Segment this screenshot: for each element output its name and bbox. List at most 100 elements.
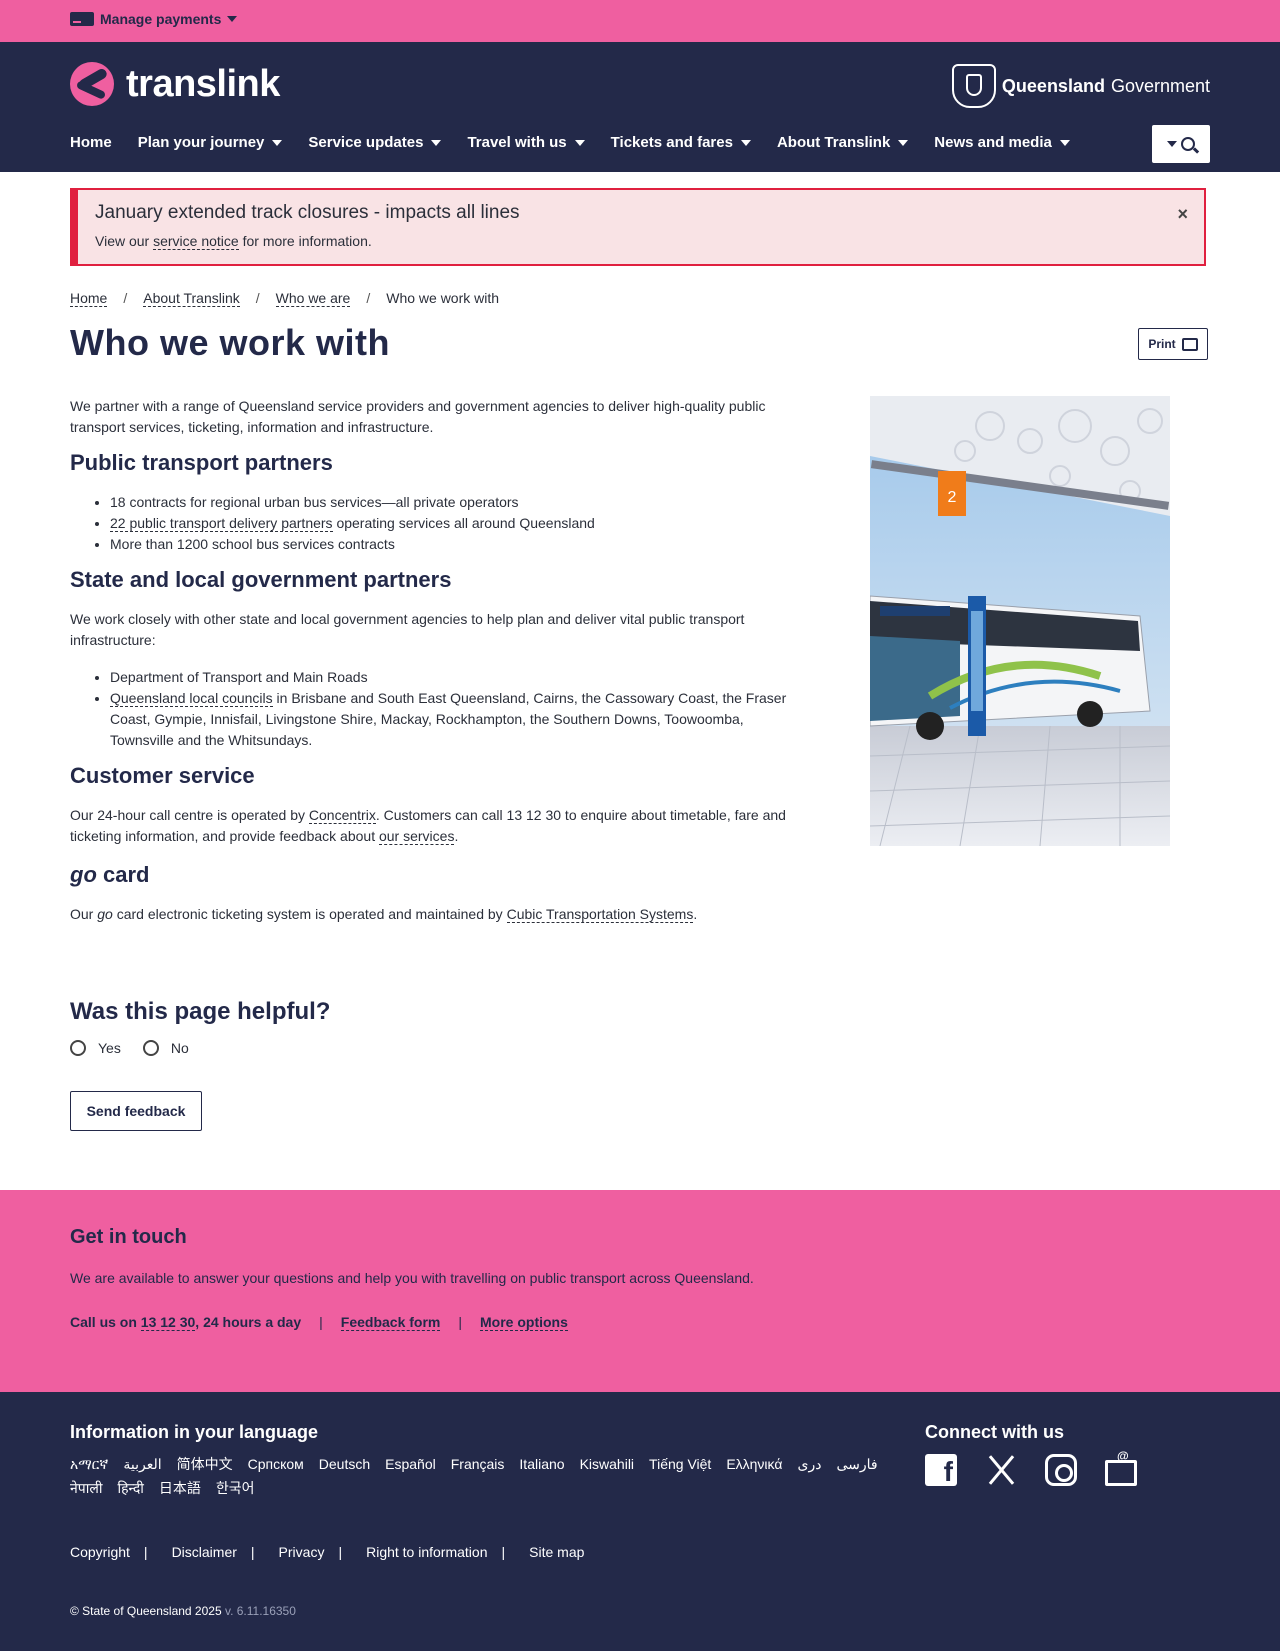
language-link[interactable]: Kiswahili xyxy=(580,1454,634,1474)
send-feedback-button[interactable]: Send feedback xyxy=(70,1091,202,1131)
copyright-link[interactable]: Copyright xyxy=(70,1544,130,1560)
language-link[interactable]: 한국어 xyxy=(216,1478,255,1498)
no-label: No xyxy=(170,1040,189,1056)
breadcrumb-separator: / xyxy=(366,290,371,306)
list-item: More than 1200 school bus services contr… xyxy=(110,534,810,555)
close-icon[interactable]: × xyxy=(1177,204,1188,225)
service-alert: January extended track closures - impact… xyxy=(70,188,1206,266)
language-link[interactable]: 日本語 xyxy=(159,1478,201,1498)
government-paragraph: We work closely with other state and loc… xyxy=(70,611,745,648)
disclaimer-link[interactable]: Disclaimer xyxy=(172,1544,237,1560)
customer-service-paragraph: Our 24-hour call centre is operated by C… xyxy=(70,805,810,847)
language-link[interactable]: नेपाली xyxy=(70,1478,102,1498)
text: card electronic ticketing system is oper… xyxy=(112,906,507,922)
language-link[interactable]: العربية xyxy=(123,1454,161,1474)
yes-label: Yes xyxy=(98,1040,121,1056)
language-link[interactable]: 简体中文 xyxy=(177,1454,233,1474)
feedback-title: Was this page helpful? xyxy=(70,998,331,1025)
logo-text: translink xyxy=(126,62,280,105)
search-button[interactable] xyxy=(1152,125,1210,163)
separator: | xyxy=(143,1544,148,1560)
local-councils-link[interactable]: Queensland local councils xyxy=(110,690,273,707)
top-bar: Manage payments xyxy=(0,0,1280,42)
section-heading: Public transport partners xyxy=(70,450,333,475)
card-icon xyxy=(70,12,94,26)
go-italic: go xyxy=(97,906,113,922)
text: , 24 hours a day xyxy=(195,1314,302,1330)
instagram-icon[interactable] xyxy=(1045,1454,1077,1486)
cubic-link[interactable]: Cubic Transportation Systems xyxy=(506,906,694,923)
service-notice-link[interactable]: service notice xyxy=(153,233,239,250)
facebook-icon[interactable]: f xyxy=(925,1454,957,1486)
language-link[interactable]: Español xyxy=(385,1454,436,1474)
language-link[interactable]: Ελληνικά xyxy=(726,1454,782,1474)
feedback-form-link[interactable]: Feedback form xyxy=(340,1314,441,1331)
queensland-government-logo[interactable]: Queensland Government xyxy=(951,64,1210,108)
separator: | xyxy=(338,1544,343,1560)
version-label: v. 6.11.16350 xyxy=(221,1604,296,1618)
right-to-information-link[interactable]: Right to information xyxy=(366,1544,487,1560)
delivery-partners-link[interactable]: 22 public transport delivery partners xyxy=(110,515,333,532)
list-item: 22 public transport delivery partners op… xyxy=(110,513,810,534)
nav-news-and-media[interactable]: News and media xyxy=(934,134,1070,151)
nav-tickets-and-fares[interactable]: Tickets and fares xyxy=(611,134,751,151)
nav-plan-your-journey[interactable]: Plan your journey xyxy=(138,134,283,151)
main-content: We partner with a range of Queensland se… xyxy=(70,396,810,925)
breadcrumb: Home / About Translink / Who we are / Wh… xyxy=(70,290,499,307)
breadcrumb-home[interactable]: Home xyxy=(70,290,108,307)
translink-logo-icon xyxy=(70,62,114,106)
breadcrumb-who-we-are[interactable]: Who we are xyxy=(275,290,351,307)
alert-text: for more information. xyxy=(238,233,372,249)
chevron-down-icon xyxy=(574,139,585,146)
language-link[interactable]: Tiếng Việt xyxy=(649,1454,711,1474)
nav-label: Tickets and fares xyxy=(610,134,733,151)
get-in-touch-body: We are available to answer your question… xyxy=(70,1270,754,1286)
more-options-link[interactable]: More options xyxy=(480,1314,568,1331)
separator: | xyxy=(319,1314,323,1330)
print-button[interactable]: Print xyxy=(1138,328,1208,360)
language-link[interactable]: Français xyxy=(451,1454,505,1474)
site-footer: Information in your language አማርኛ العربي… xyxy=(0,1392,1280,1651)
language-link[interactable]: دری xyxy=(797,1454,821,1474)
site-map-link[interactable]: Site map xyxy=(529,1544,584,1560)
chevron-down-icon xyxy=(1167,141,1177,147)
our-services-link[interactable]: our services xyxy=(378,828,455,845)
main-nav: Home Plan your journey Service updates T… xyxy=(70,134,1070,151)
list-text: operating services all around Queensland xyxy=(332,515,595,531)
email-icon[interactable] xyxy=(1105,1449,1137,1486)
nav-travel-with-us[interactable]: Travel with us xyxy=(467,134,585,151)
nav-label: Plan your journey xyxy=(137,134,265,151)
nav-label: News and media xyxy=(934,134,1052,151)
list-item: Queensland local councils in Brisbane an… xyxy=(110,688,810,751)
language-link[interactable]: Deutsch xyxy=(319,1454,370,1474)
x-icon[interactable] xyxy=(985,1454,1017,1486)
coat-of-arms-icon xyxy=(951,64,996,108)
nav-about-translink[interactable]: About Translink xyxy=(777,134,909,151)
manage-payments-menu[interactable]: Manage payments xyxy=(70,11,238,27)
privacy-link[interactable]: Privacy xyxy=(279,1544,325,1560)
copyright-label: © State of Queensland 2025 xyxy=(70,1604,222,1618)
breadcrumb-separator: / xyxy=(255,290,260,306)
nav-service-updates[interactable]: Service updates xyxy=(308,134,442,151)
no-radio[interactable] xyxy=(142,1040,159,1056)
feedback-options: Yes No xyxy=(70,1040,189,1056)
nav-home[interactable]: Home xyxy=(70,134,112,151)
separator: | xyxy=(250,1544,255,1560)
breadcrumb-about-translink[interactable]: About Translink xyxy=(143,290,240,307)
language-link[interactable]: አማርኛ xyxy=(70,1454,108,1474)
section-heading: Customer service xyxy=(70,763,255,788)
language-link[interactable]: हिन्दी xyxy=(117,1478,143,1498)
get-in-touch-title: Get in touch xyxy=(70,1226,187,1248)
translink-logo[interactable]: translink xyxy=(70,62,280,106)
manage-payments-label: Manage payments xyxy=(100,11,222,27)
yes-radio[interactable] xyxy=(70,1040,86,1056)
list-item: 18 contracts for regional urban bus serv… xyxy=(110,492,810,513)
concentrix-link[interactable]: Concentrix xyxy=(308,807,376,824)
language-link[interactable]: فارسی xyxy=(836,1454,877,1474)
language-link[interactable]: Српском xyxy=(248,1454,304,1474)
government-list: Department of Transport and Main Roads Q… xyxy=(70,667,810,751)
phone-link[interactable]: 13 12 30 xyxy=(140,1314,196,1331)
text: Our 24-hour call centre is operated by xyxy=(70,807,309,823)
bus-photo-illustration: 2 xyxy=(870,396,1170,846)
language-link[interactable]: Italiano xyxy=(519,1454,564,1474)
